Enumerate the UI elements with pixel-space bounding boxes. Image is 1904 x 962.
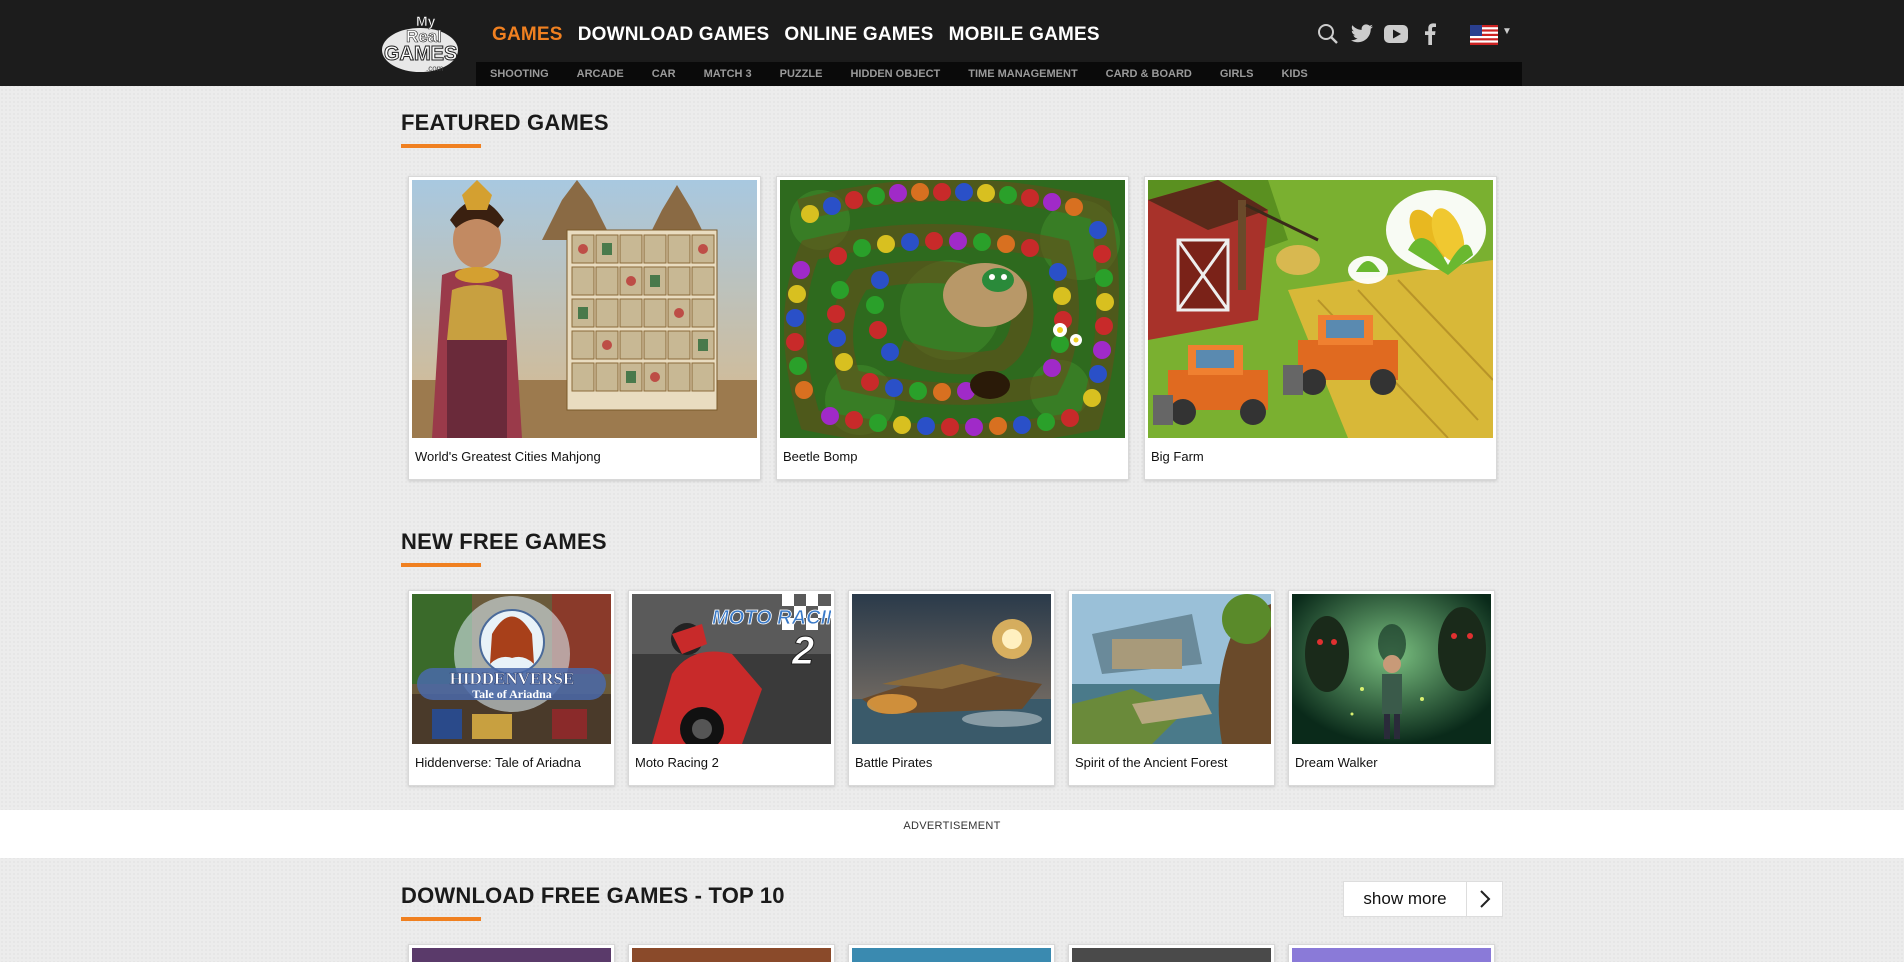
show-more-label: show more xyxy=(1363,889,1447,908)
new-game-card-moto-racing-2[interactable]: MOTO RACING 2 Moto Racing 2 xyxy=(628,590,835,786)
featured-card-mahjong[interactable]: World's Greatest Cities Mahjong xyxy=(408,176,761,480)
new-free-title-underline xyxy=(401,563,481,567)
featured-game-name: Big Farm xyxy=(1151,449,1204,464)
chevron-right-icon xyxy=(1466,882,1502,916)
category-time-management[interactable]: TIME MANAGEMENT xyxy=(968,68,1077,80)
hiddenverse-subtitle-text: Tale of Ariadna xyxy=(472,687,552,701)
category-car[interactable]: CAR xyxy=(652,68,676,80)
featured-game-name: Beetle Bomp xyxy=(783,449,858,464)
new-free-games-title: NEW FREE GAMES xyxy=(401,529,607,554)
new-game-name: Battle Pirates xyxy=(855,755,933,770)
new-game-name: Spirit of the Ancient Forest xyxy=(1075,755,1228,770)
moto-racing-thumbnail: MOTO RACING 2 xyxy=(632,594,831,744)
logo-com-text: .com xyxy=(426,64,444,73)
new-game-card-dream-walker[interactable]: Dream Walker xyxy=(1288,590,1495,786)
search-icon[interactable] xyxy=(1316,22,1340,46)
featured-card-beetle-bomp[interactable]: Beetle Bomp xyxy=(776,176,1129,480)
language-dropdown-caret-icon[interactable]: ▼ xyxy=(1502,26,1512,37)
new-game-name: Moto Racing 2 xyxy=(635,755,719,770)
us-flag-icon[interactable] xyxy=(1470,25,1498,45)
featured-games-title: FEATURED GAMES xyxy=(401,110,609,135)
header-inner: My Real GAMES .com GAMES DOWNLOAD GAMES … xyxy=(380,0,1522,86)
category-kids[interactable]: KIDS xyxy=(1281,68,1307,80)
top10-card-3[interactable] xyxy=(848,944,1055,962)
moto-racing-logo-text: MOTO RACING xyxy=(712,607,831,629)
top10-title: DOWNLOAD FREE GAMES - TOP 10 xyxy=(401,883,785,908)
big-farm-thumbnail xyxy=(1148,180,1493,438)
top10-thumbnail xyxy=(1292,948,1491,962)
top-header: My Real GAMES .com GAMES DOWNLOAD GAMES … xyxy=(0,0,1904,86)
spirit-forest-thumbnail xyxy=(1072,594,1271,744)
new-game-card-hiddenverse[interactable]: HIDDENVERSE Tale of Ariadna Hiddenverse:… xyxy=(408,590,615,786)
nav-games[interactable]: GAMES xyxy=(492,24,563,46)
top10-card-4[interactable] xyxy=(1068,944,1275,962)
dream-walker-thumbnail xyxy=(1292,594,1491,744)
hiddenverse-thumbnail: HIDDENVERSE Tale of Ariadna xyxy=(412,594,611,744)
top10-thumbnail xyxy=(1072,948,1271,962)
nav-online-games[interactable]: ONLINE GAMES xyxy=(784,24,933,46)
top10-thumbnail xyxy=(632,948,831,962)
advertisement-banner: ADVERTISEMENT xyxy=(0,810,1904,858)
nav-download-games[interactable]: DOWNLOAD GAMES xyxy=(578,24,770,46)
top10-card-1[interactable] xyxy=(408,944,615,962)
category-arcade[interactable]: ARCADE xyxy=(577,68,624,80)
new-game-card-battle-pirates[interactable]: Battle Pirates xyxy=(848,590,1055,786)
featured-title-underline xyxy=(401,144,481,148)
twitter-icon[interactable] xyxy=(1350,22,1374,46)
new-game-name: Hiddenverse: Tale of Ariadna xyxy=(415,755,581,770)
category-hidden-object[interactable]: HIDDEN OBJECT xyxy=(850,68,940,80)
featured-game-name: World's Greatest Cities Mahjong xyxy=(415,449,601,464)
new-game-name: Dream Walker xyxy=(1295,755,1378,770)
social-icons xyxy=(1316,22,1442,46)
moto-racing-number-text: 2 xyxy=(791,629,814,673)
category-card-board[interactable]: CARD & BOARD xyxy=(1106,68,1192,80)
youtube-icon[interactable] xyxy=(1384,22,1408,46)
category-girls[interactable]: GIRLS xyxy=(1220,68,1254,80)
category-shooting[interactable]: SHOOTING xyxy=(490,68,549,80)
hiddenverse-title-text: HIDDENVERSE xyxy=(450,669,575,688)
advertisement-label: ADVERTISEMENT xyxy=(903,820,1001,832)
category-puzzle[interactable]: PUZZLE xyxy=(780,68,823,80)
top10-thumbnail xyxy=(412,948,611,962)
main-nav: GAMES DOWNLOAD GAMES ONLINE GAMES MOBILE… xyxy=(492,24,1100,46)
top10-thumbnail xyxy=(852,948,1051,962)
top10-title-underline xyxy=(401,917,481,921)
facebook-icon[interactable] xyxy=(1418,22,1442,46)
top10-card-2[interactable] xyxy=(628,944,835,962)
site-logo[interactable]: My Real GAMES .com xyxy=(380,8,460,76)
battle-pirates-thumbnail xyxy=(852,594,1051,744)
category-match-3[interactable]: MATCH 3 xyxy=(704,68,752,80)
category-nav: SHOOTING ARCADE CAR MATCH 3 PUZZLE HIDDE… xyxy=(476,62,1522,86)
top10-card-5[interactable] xyxy=(1288,944,1495,962)
beetle-bomp-thumbnail xyxy=(780,180,1125,438)
featured-card-big-farm[interactable]: Big Farm xyxy=(1144,176,1497,480)
show-more-button[interactable]: show more xyxy=(1343,881,1503,917)
logo-games-text: GAMES xyxy=(384,43,457,65)
mahjong-thumbnail xyxy=(412,180,757,438)
nav-mobile-games[interactable]: MOBILE GAMES xyxy=(949,24,1100,46)
new-game-card-spirit-ancient-forest[interactable]: Spirit of the Ancient Forest xyxy=(1068,590,1275,786)
